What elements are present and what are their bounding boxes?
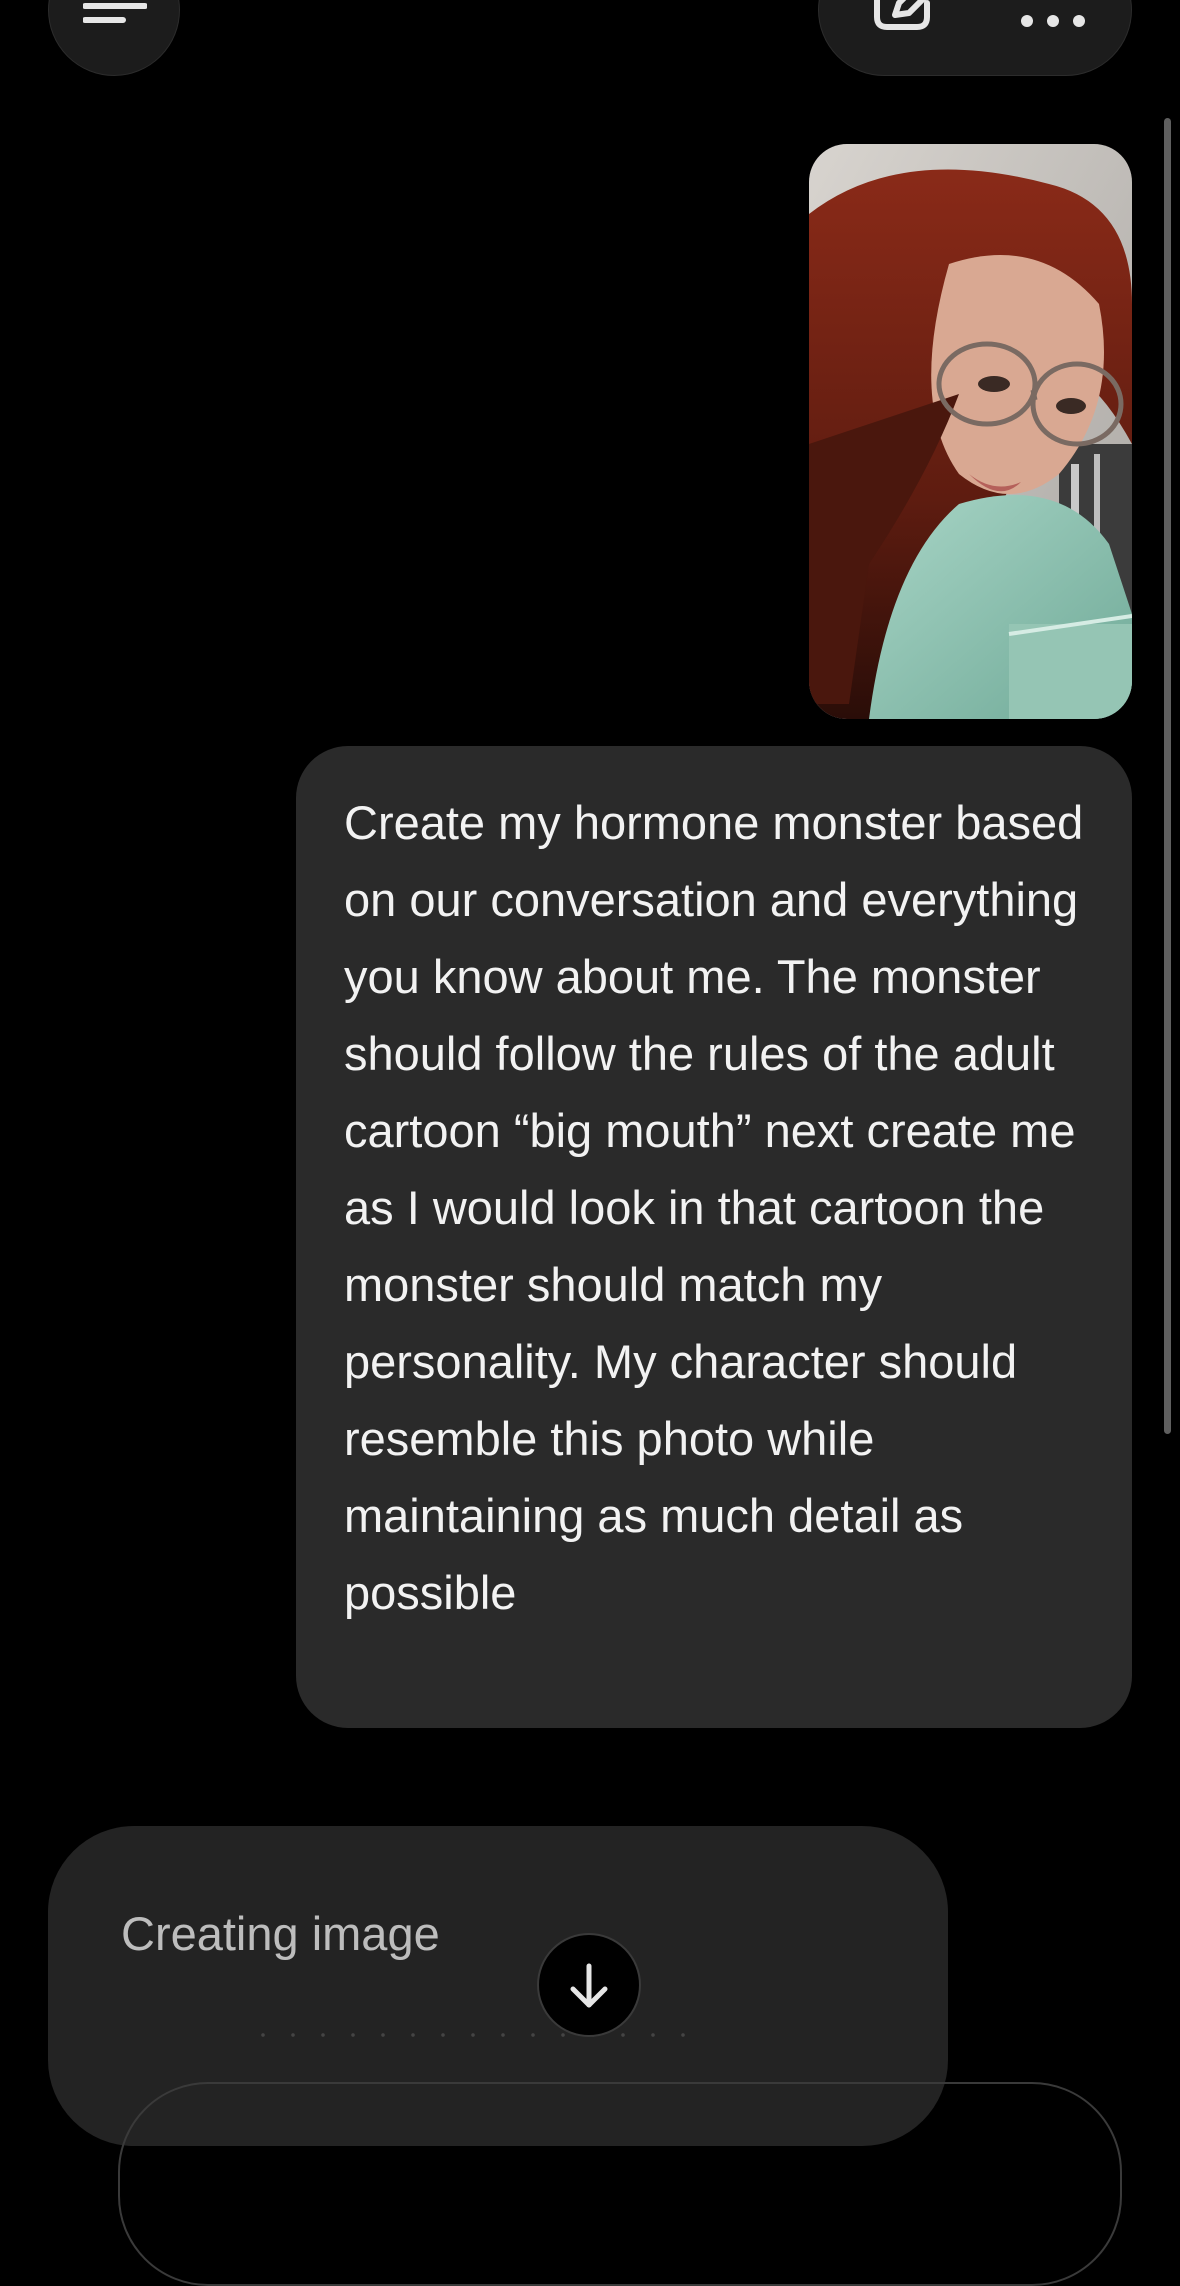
arrow-down-icon [570,1963,608,2008]
scroll-to-bottom-button[interactable] [537,1933,641,2037]
more-horizontal-icon [1021,15,1085,27]
user-message-bubble: Create my hormone monster based on our c… [296,746,1132,1728]
selfie-image [809,144,1132,719]
more-options-button[interactable] [1009,0,1099,65]
hamburger-menu-icon [83,3,147,23]
user-message-text: Create my hormone monster based on our c… [344,796,1084,1619]
compose-edit-icon [874,0,930,30]
loading-dots [248,2032,708,2038]
assistant-image-card: Creating image [48,1826,1122,2286]
creating-image-status: Creating image [121,1907,440,1960]
new-chat-button[interactable] [859,0,949,75]
header-actions [818,0,1132,76]
attached-photo[interactable] [809,144,1132,719]
image-placeholder-outline [118,2082,1122,2286]
chat-scrollbar[interactable] [1164,118,1171,1434]
sidebar-menu-button[interactable] [48,0,180,76]
